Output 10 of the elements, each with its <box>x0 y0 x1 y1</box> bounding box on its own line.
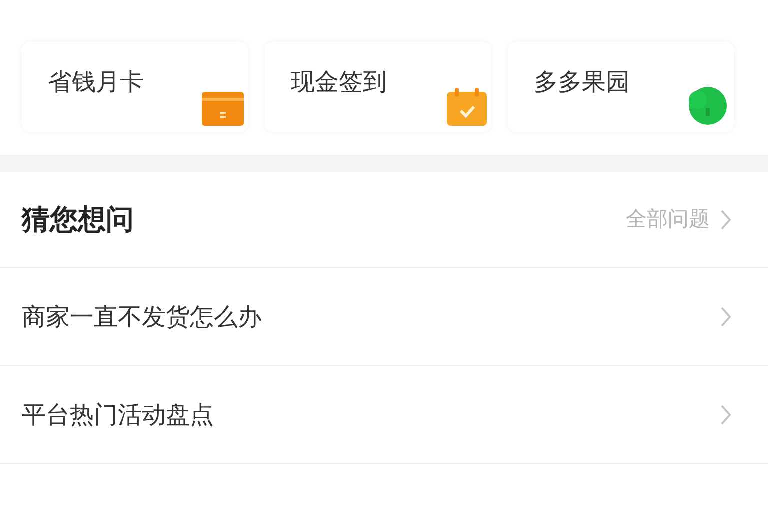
chevron-right-icon <box>720 208 732 230</box>
activity-card[interactable]: 省钱月卡 <box>22 42 248 132</box>
section-title: 猜您想问 <box>22 202 134 238</box>
calendar-icon <box>447 88 487 126</box>
chevron-right-icon <box>720 306 732 328</box>
activity-card[interactable]: 现金签到 <box>265 42 491 132</box>
activity-card[interactable]: 多多果园 <box>508 42 734 132</box>
question-row[interactable]: 平台热门活动盘点 <box>0 366 768 464</box>
question-row[interactable]: 商家一直不发货怎么办 <box>0 268 768 366</box>
chevron-right-icon <box>720 404 732 426</box>
